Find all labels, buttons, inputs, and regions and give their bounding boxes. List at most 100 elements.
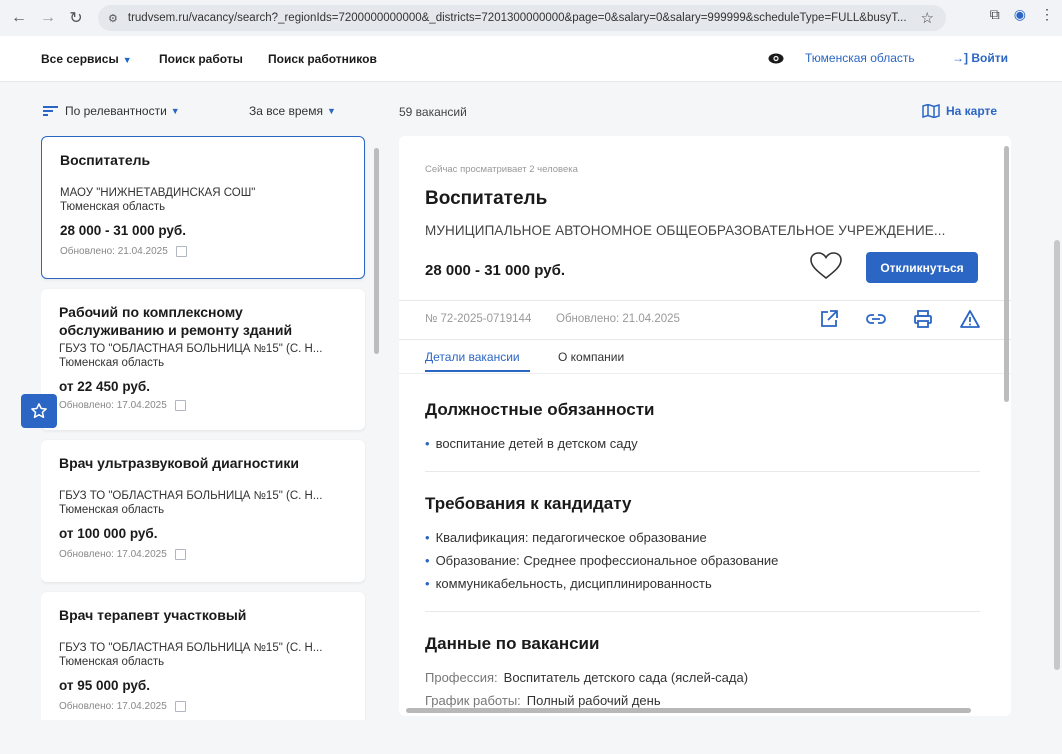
data-title: Данные по вакансии (425, 634, 600, 653)
profile-icon[interactable]: ◉ (1014, 6, 1026, 23)
warning-icon[interactable] (959, 309, 981, 329)
card-updated-text: Обновлено: 17.04.2025 (59, 400, 167, 411)
data-label: Профессия: (425, 670, 498, 685)
external-link-icon[interactable] (174, 400, 186, 411)
list-item: • Квалификация: педагогическое образовани… (425, 530, 707, 545)
card-company: ГБУЗ ТО "ОБЛАСТНАЯ БОЛЬНИЦА №15" (С. Н..… (59, 490, 323, 502)
detail-title: Воспитатель (425, 188, 548, 209)
list-item: • Образование: Среднее профессиональное о… (425, 553, 778, 568)
browser-toolbar: ← → ↻ ⚙ trudvsem.ru/vacancy/search?_regi… (0, 0, 1062, 36)
bookmark-star-icon[interactable]: ☆ (921, 9, 934, 27)
forward-icon[interactable]: → (37, 7, 59, 29)
url-text[interactable]: trudvsem.ru/vacancy/search?_regionIds=72… (128, 12, 908, 24)
divider (399, 339, 1011, 340)
chevron-down-icon: ▼ (326, 106, 336, 116)
sort-dropdown[interactable]: По релевантности ▼ (43, 104, 180, 118)
vacancy-detail: Сейчас просматривает 2 человека Воспитат… (399, 136, 1011, 716)
menu-dots-icon[interactable]: ⋮ (1040, 6, 1054, 23)
star-icon (31, 403, 47, 419)
card-region: Тюменская область (59, 504, 165, 516)
bullet-dot: • (425, 576, 430, 591)
card-updated-text: Обновлено: 17.04.2025 (59, 701, 167, 712)
chevron-down-icon: ▼ (122, 55, 132, 65)
vacancy-card[interactable]: Рабочий по комплексному обслуживанию и р… (41, 289, 365, 430)
list-item: • коммуникабельность, дисциплинированност… (425, 576, 712, 591)
period-dropdown[interactable]: За все время ▼ (249, 104, 336, 118)
respond-button[interactable]: Откликнуться (866, 252, 978, 283)
external-link-icon[interactable] (819, 309, 839, 329)
vacancy-card[interactable]: Врач терапевт участковый ГБУЗ ТО "ОБЛАСТ… (41, 592, 365, 720)
divider (399, 373, 1011, 374)
external-link-icon[interactable] (175, 246, 187, 257)
card-updated: Обновлено: 17.04.2025 (59, 400, 347, 411)
card-updated: Обновлено: 17.04.2025 (59, 701, 347, 712)
card-company: ГБУЗ ТО "ОБЛАСТНАЯ БОЛЬНИЦА №15" (С. Н..… (59, 343, 323, 355)
site-settings-icon[interactable]: ⚙ (108, 12, 118, 25)
favorites-button[interactable] (21, 394, 57, 428)
services-label[interactable]: Все сервисы (41, 52, 119, 66)
list-item: • воспитание детей в детском саду (425, 436, 638, 451)
reload-icon[interactable]: ↻ (65, 7, 87, 29)
card-salary: от 22 450 руб. (59, 379, 150, 394)
card-updated-text: Обновлено: 21.04.2025 (60, 246, 168, 257)
tab-company[interactable]: О компании (558, 350, 624, 364)
map-button[interactable]: На карте (922, 104, 997, 118)
action-icons (819, 309, 981, 329)
extensions-icon[interactable]: ⧉ (990, 6, 1000, 23)
tab-details[interactable]: Детали вакансии (425, 350, 520, 364)
card-salary: от 95 000 руб. (59, 678, 150, 693)
list-item-text: коммуникабельность, дисциплинированность (435, 576, 712, 591)
print-icon[interactable] (913, 309, 933, 329)
address-bar[interactable]: ⚙ trudvsem.ru/vacancy/search?_regionIds=… (98, 5, 946, 31)
bullet-dot: • (425, 436, 430, 451)
card-updated: Обновлено: 21.04.2025 (60, 246, 346, 257)
vacancy-updated: Обновлено: 21.04.2025 (556, 313, 680, 325)
requirements-title: Требования к кандидату (425, 494, 632, 513)
list-scrollbar[interactable] (374, 148, 379, 354)
site-header: Все сервисы ▼ Поиск работы Поиск работник… (0, 36, 1062, 82)
worker-search-link[interactable]: Поиск работников (268, 52, 377, 66)
login-button[interactable]: →] Войти (952, 51, 1008, 65)
sort-label: По релевантности (65, 104, 167, 118)
vacancy-count: 59 вакансий (399, 105, 467, 119)
data-row: Профессия: Воспитатель детского сада (ясл… (425, 670, 748, 685)
map-icon (922, 104, 940, 118)
job-search-link[interactable]: Поиск работы (159, 52, 243, 66)
data-label: График работы: (425, 693, 521, 708)
vacancy-card[interactable]: Воспитатель МАОУ "НИЖНЕТАВДИНСКАЯ СОШ" Т… (41, 136, 365, 279)
chevron-down-icon: ▼ (170, 106, 180, 116)
bullet-dot: • (425, 553, 430, 568)
vacancy-card[interactable]: Врач ультразвуковой диагностики ГБУЗ ТО … (41, 440, 365, 582)
external-link-icon[interactable] (174, 549, 186, 560)
divider (399, 300, 1011, 301)
login-label: Войти (971, 51, 1008, 65)
card-title[interactable]: Врач терапевт участковый (59, 606, 347, 624)
card-region: Тюменская область (60, 201, 166, 213)
eye-icon[interactable] (768, 53, 784, 64)
detail-company[interactable]: МУНИЦИПАЛЬНОЕ АВТОНОМНОЕ ОБЩЕОБРАЗОВАТЕЛ… (425, 223, 977, 238)
link-icon[interactable] (865, 309, 887, 329)
vacancy-list: Воспитатель МАОУ "НИЖНЕТАВДИНСКАЯ СОШ" Т… (41, 136, 366, 720)
detail-horizontal-scrollbar[interactable] (406, 708, 971, 713)
divider (425, 471, 980, 472)
map-label: На карте (946, 104, 998, 118)
page-scrollbar[interactable] (1054, 240, 1060, 670)
services-menu[interactable]: Все сервисы ▼ (41, 52, 132, 66)
data-row: График работы: Полный рабочий день (425, 693, 661, 708)
divider (425, 611, 980, 612)
heart-icon[interactable] (809, 251, 843, 281)
card-title[interactable]: Врач ультразвуковой диагностики (59, 454, 347, 472)
card-salary: 28 000 - 31 000 руб. (60, 223, 186, 238)
card-title[interactable]: Воспитатель (60, 151, 346, 169)
back-icon[interactable]: ← (8, 7, 30, 29)
duties-title: Должностные обязанности (425, 400, 655, 419)
viewers-count: Сейчас просматривает 2 человека (425, 164, 578, 175)
bullet-dot: • (425, 530, 430, 545)
detail-scrollbar[interactable] (1004, 146, 1009, 402)
region-selector[interactable]: Тюменская область (805, 51, 915, 65)
card-title[interactable]: Рабочий по комплексному обслуживанию и р… (59, 303, 347, 339)
external-link-icon[interactable] (174, 701, 186, 712)
card-company: ГБУЗ ТО "ОБЛАСТНАЯ БОЛЬНИЦА №15" (С. Н..… (59, 642, 323, 654)
card-updated-text: Обновлено: 17.04.2025 (59, 549, 167, 560)
list-item-text: Образование: Среднее профессиональное об… (435, 553, 779, 568)
